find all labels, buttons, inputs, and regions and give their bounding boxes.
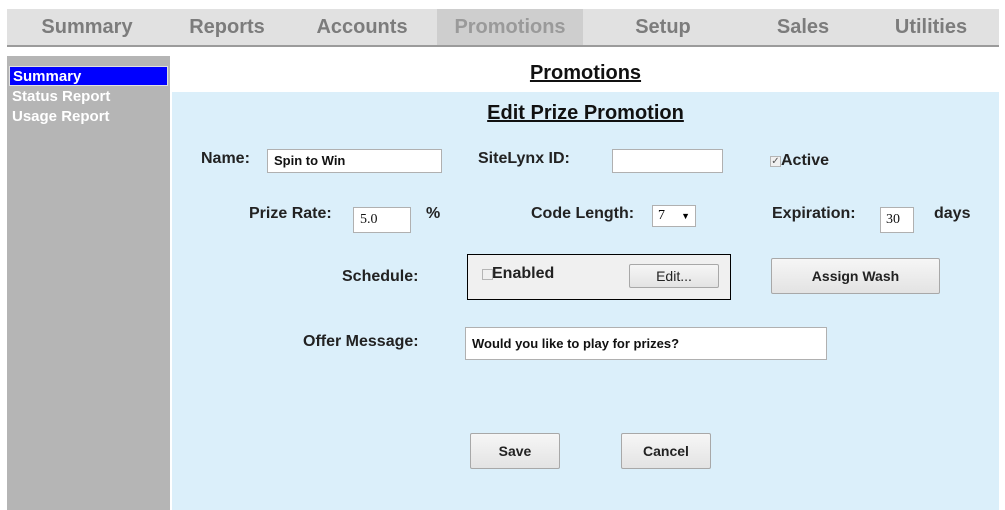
check-icon: ✓: [771, 156, 780, 167]
schedule-box: Enabled Edit...: [467, 254, 731, 300]
tab-reports[interactable]: Reports: [167, 9, 287, 45]
prize-rate-input[interactable]: 5.0: [353, 207, 411, 233]
offer-message-label: Offer Message:: [303, 333, 419, 350]
expiration-input[interactable]: 30: [880, 207, 914, 233]
expiration-unit: days: [934, 205, 971, 222]
offer-message-input[interactable]: Would you like to play for prizes?: [465, 327, 827, 360]
assign-wash-button[interactable]: Assign Wash: [771, 258, 940, 294]
sidebar-item-summary[interactable]: Summary: [9, 66, 168, 86]
sitelynx-input[interactable]: [612, 149, 723, 173]
name-label: Name:: [201, 150, 250, 167]
tab-promotions[interactable]: Promotions: [437, 9, 583, 45]
page-title: Promotions: [172, 56, 999, 90]
code-length-select[interactable]: 7 ▼: [652, 205, 696, 227]
tab-summary[interactable]: Summary: [7, 9, 167, 45]
edit-promotion-panel: Edit Prize Promotion Name: Spin to Win S…: [172, 92, 999, 510]
sidebar-item-usage-report[interactable]: Usage Report: [9, 107, 168, 127]
top-nav: Summary Reports Accounts Promotions Setu…: [7, 9, 999, 47]
tab-utilities[interactable]: Utilities: [863, 9, 999, 45]
active-label: Active: [781, 152, 830, 169]
active-checkbox[interactable]: ✓: [770, 156, 781, 167]
schedule-edit-button[interactable]: Edit...: [629, 264, 719, 288]
schedule-label: Schedule:: [342, 268, 419, 285]
cancel-button[interactable]: Cancel: [621, 433, 711, 469]
sidebar: Summary Status Report Usage Report: [7, 56, 170, 510]
sitelynx-label: SiteLynx ID:: [478, 150, 570, 167]
chevron-down-icon: ▼: [681, 211, 690, 221]
prize-rate-unit: %: [426, 205, 441, 222]
code-length-label: Code Length:: [531, 205, 635, 222]
form-title: Edit Prize Promotion: [487, 102, 684, 124]
schedule-enabled-label: Enabled: [492, 265, 555, 282]
code-length-value: 7: [658, 208, 665, 223]
save-button[interactable]: Save: [470, 433, 560, 469]
prize-rate-label: Prize Rate:: [249, 205, 332, 222]
name-input[interactable]: Spin to Win: [267, 149, 442, 173]
sidebar-item-status-report[interactable]: Status Report: [9, 87, 168, 107]
tab-accounts[interactable]: Accounts: [287, 9, 437, 45]
expiration-label: Expiration:: [772, 205, 856, 222]
tab-setup[interactable]: Setup: [583, 9, 743, 45]
tab-sales[interactable]: Sales: [743, 9, 863, 45]
